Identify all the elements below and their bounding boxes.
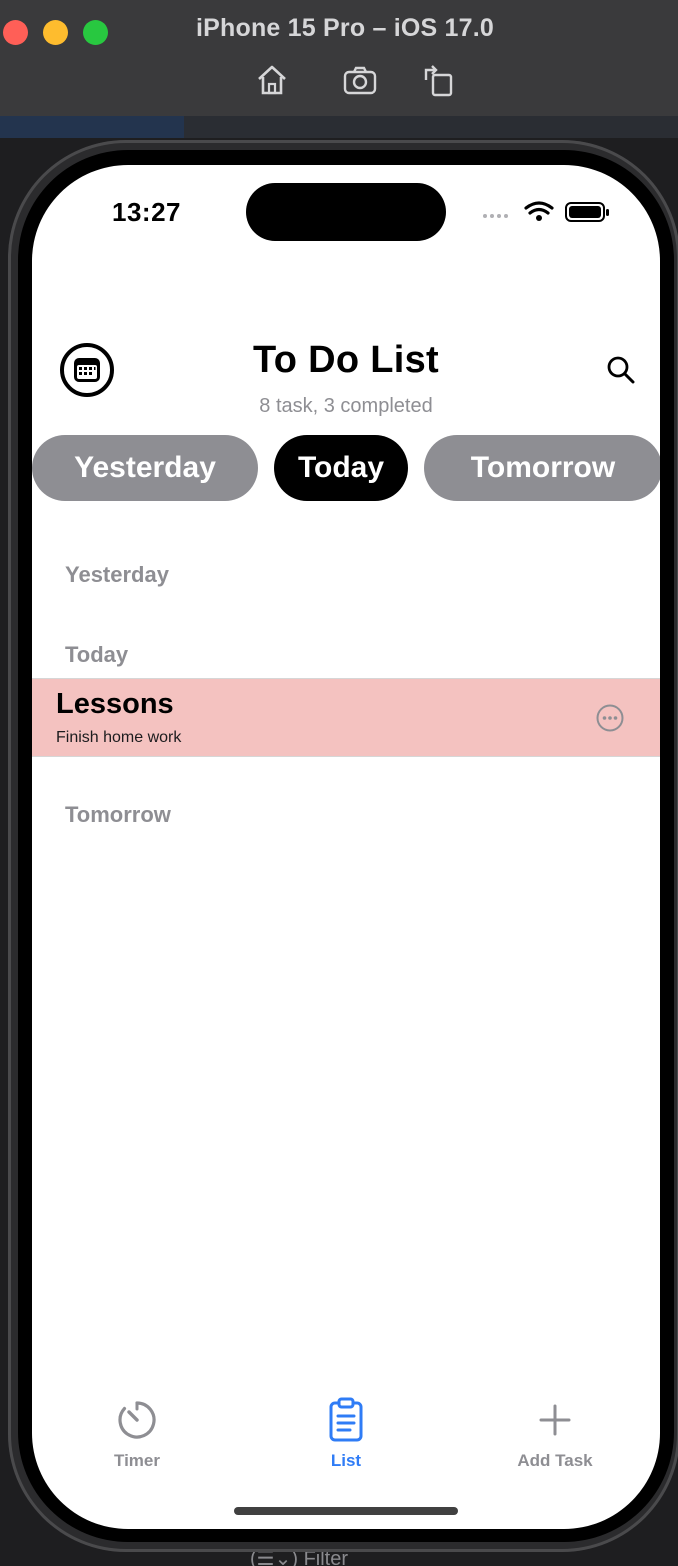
calendar-icon xyxy=(74,358,100,382)
cellular-icon xyxy=(483,214,508,218)
task-row[interactable]: Lessons Finish home work xyxy=(32,678,660,757)
wifi-icon xyxy=(524,201,554,215)
home-indicator[interactable] xyxy=(234,1507,458,1515)
simulator-titlebar: iPhone 15 Pro – iOS 17.0 xyxy=(0,0,678,117)
zoom-window-button[interactable] xyxy=(83,20,108,45)
simulator-title: iPhone 15 Pro – iOS 17.0 xyxy=(196,14,494,42)
section-header-today: Today xyxy=(65,642,129,667)
tab-label: Add Task xyxy=(517,1451,593,1470)
close-window-button[interactable] xyxy=(3,20,28,45)
timer-icon xyxy=(118,1401,156,1439)
tab-label: List xyxy=(330,1451,362,1470)
screenshot-icon xyxy=(343,66,377,95)
ellipsis-circle-icon xyxy=(596,704,624,732)
tab-label: Timer xyxy=(114,1451,160,1470)
segment-tomorrow[interactable]: Tomorrow xyxy=(424,435,660,501)
clipboard-list-icon xyxy=(329,1397,363,1442)
task-count-summary: 8 task, 3 completed xyxy=(259,395,433,417)
page-title: To Do List xyxy=(253,339,439,381)
search-icon xyxy=(607,356,635,384)
battery-icon xyxy=(565,202,609,222)
simulator-stage: iPhone 15 Pro – iOS 17.0 (☰⌄) Filter 13:… xyxy=(0,0,678,1566)
home-button[interactable] xyxy=(254,62,290,98)
search-button[interactable] xyxy=(604,353,638,387)
segment-label: Yesterday xyxy=(74,451,216,484)
segment-label: Tomorrow xyxy=(470,451,616,484)
phone-screen: 13:27 To Do List 8 task, 3 completed Yes… xyxy=(32,165,660,1529)
ide-tab-strip xyxy=(0,116,678,138)
task-title: Lessons xyxy=(56,688,174,720)
task-description: Finish home work xyxy=(56,729,182,746)
task-more-button[interactable] xyxy=(595,703,625,733)
dynamic-island xyxy=(246,183,446,241)
tab-list[interactable]: List xyxy=(281,1397,411,1471)
home-icon xyxy=(258,65,286,95)
rotate-button[interactable] xyxy=(420,62,456,98)
status-icons xyxy=(483,201,609,222)
status-time: 13:27 xyxy=(112,197,181,227)
screenshot-button[interactable] xyxy=(342,62,378,98)
segment-today[interactable]: Today xyxy=(274,435,408,501)
section-header-yesterday: Yesterday xyxy=(65,562,169,587)
calendar-button[interactable] xyxy=(60,343,114,397)
tab-timer[interactable]: Timer xyxy=(72,1397,202,1471)
rotate-icon xyxy=(424,65,453,97)
section-header-tomorrow: Tomorrow xyxy=(65,802,171,827)
minimize-window-button[interactable] xyxy=(43,20,68,45)
plus-icon xyxy=(539,1404,571,1436)
tab-add-task[interactable]: Add Task xyxy=(490,1397,620,1471)
segment-yesterday[interactable]: Yesterday xyxy=(32,435,258,501)
segment-label: Today xyxy=(297,451,385,484)
